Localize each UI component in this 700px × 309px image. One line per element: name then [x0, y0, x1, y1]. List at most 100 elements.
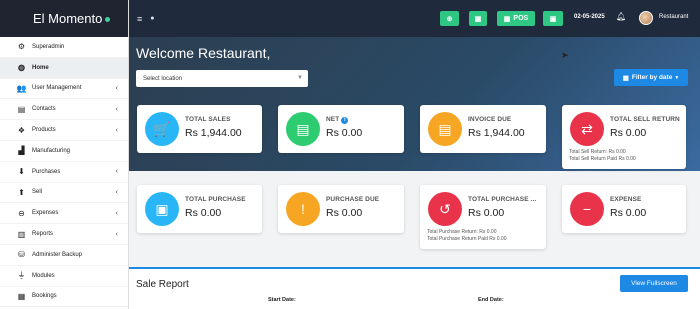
sidebar-item-reports[interactable]: ▥ Reports ‹ — [0, 224, 128, 245]
money-bill-icon: ▣ — [549, 15, 557, 23]
sale-report-panel: Sale Report View Fullscreen Start Date: … — [129, 267, 700, 309]
sidebar-item-manufacturing[interactable]: ▟ Manufacturing — [0, 141, 128, 162]
sidebar-item-modules[interactable]: ⏚ Modules — [0, 266, 128, 287]
expense-card: − EXPENSE Rs 0.00 — [562, 185, 686, 233]
filter-by-date-label: Filter by date — [631, 74, 673, 81]
net-card: ▤ NET i Rs 0.00 — [278, 105, 404, 153]
plug-icon: ⏚ — [17, 271, 26, 281]
total-purchase-value: Rs 0.00 — [185, 207, 222, 219]
total-sales-card: 🛒 TOTAL SALES Rs 1,944.00 — [137, 105, 262, 153]
file-invoice-icon: ▤ — [428, 112, 462, 146]
undo-icon: ↺ — [428, 192, 462, 226]
clipboard-icon: ▤ — [286, 112, 320, 146]
brand-logo[interactable]: El Momento — [0, 0, 128, 37]
exclamation-icon: ! — [286, 192, 320, 226]
bell-icon[interactable]: 🔔︎ — [616, 12, 626, 21]
card-label-text: PURCHASE DUE — [326, 196, 380, 203]
address-book-icon: ▤ — [17, 104, 26, 114]
status-dot-icon — [105, 17, 111, 22]
info-icon[interactable]: ● — [150, 15, 154, 22]
current-date: 02-05-2025 — [574, 14, 605, 20]
th-large-icon: ▦ — [503, 15, 511, 23]
info-icon[interactable]: i — [341, 117, 349, 124]
add-button[interactable]: ⊕ — [440, 11, 459, 26]
mouse-cursor-icon: ➤ — [561, 50, 569, 60]
end-date-label: End Date: — [478, 297, 504, 303]
total-purchase-return-card: ↺ TOTAL PURCHASE ... Rs 0.00 Total Purchase… — [420, 185, 546, 249]
filter-by-date-button[interactable]: ▦ Filter by date ▼ — [614, 69, 688, 86]
caret-down-icon: ▼ — [674, 74, 680, 81]
card-label-text: TOTAL SALES — [185, 116, 231, 123]
sidebar-item-sell[interactable]: ⬆ Sell ‹ — [0, 183, 128, 204]
sidebar-item-label: Contacts — [32, 106, 56, 113]
chart-bar-icon: ▥ — [17, 229, 26, 239]
users-icon: 👥 — [16, 83, 27, 93]
calendar-icon: ▦ — [622, 74, 629, 82]
page-title: Welcome Restaurant, — [136, 45, 271, 61]
sidebar-item-products[interactable]: ❖ Products ‹ — [0, 120, 128, 141]
top-navbar: ≡ ● ⊕ ▦ ▦ POS ▣ 02-05-2025 🔔︎ Restaurant — [129, 0, 700, 37]
total-purchase-return-value: Rs 0.00 — [468, 207, 505, 219]
card-label-text: EXPENSE — [610, 196, 642, 203]
chevron-left-icon: ‹ — [115, 188, 118, 196]
total-sell-return-card: ⇄ TOTAL SELL RETURN Rs 0.00 Total Sell Retu… — [562, 105, 686, 169]
total-sell-return-detail: Total Sell Return: Rs 0.00 — [569, 149, 626, 155]
total-sell-return-detail: Total Sell Return Paid Rs 0.00 — [569, 156, 636, 162]
location-select[interactable]: Select location ▼ — [136, 70, 308, 87]
cash-button[interactable]: ▣ — [543, 11, 563, 26]
sidebar-item-user-management[interactable]: 👥 User Management ‹ — [0, 79, 128, 100]
net-value: Rs 0.00 — [326, 127, 363, 139]
chevron-left-icon: ‹ — [115, 126, 118, 134]
hamburger-menu-icon[interactable]: ≡ — [137, 14, 142, 24]
pos-label: POS — [513, 15, 529, 22]
total-purchase-label: TOTAL PURCHASE — [185, 196, 246, 203]
total-purchase-card: ▣ TOTAL PURCHASE Rs 0.00 — [137, 185, 262, 233]
expense-value: Rs 0.00 — [610, 207, 647, 219]
user-name[interactable]: Restaurant — [659, 14, 688, 20]
sidebar-item-administer-backup[interactable]: ⛁ Administer Backup — [0, 245, 128, 266]
industry-icon: ▟ — [18, 146, 25, 156]
minus-circle-icon: ⊖ — [18, 208, 25, 218]
avatar[interactable] — [639, 11, 653, 25]
sidebar-item-label: Administer Backup — [32, 251, 83, 258]
sidebar: El Momento ⚙ Superadmin ◍ Home 👥 User Managem… — [0, 0, 129, 309]
cart-icon: 🛒 — [145, 112, 179, 146]
card-label-text: TOTAL PURCHASE — [185, 196, 246, 203]
brand-name: El Momento — [33, 11, 103, 26]
sidebar-item-label: Reports — [32, 231, 54, 238]
expense-label: EXPENSE — [610, 196, 641, 203]
purchase-due-card: ! PURCHASE DUE Rs 0.00 — [278, 185, 404, 233]
sidebar-item-purchases[interactable]: ⬇ Purchases ‹ — [0, 162, 128, 183]
sidebar-item-home[interactable]: ◍ Home — [0, 57, 128, 79]
view-fullscreen-button[interactable]: View Fullscreen — [620, 275, 688, 292]
sidebar-menu: ⚙ Superadmin ◍ Home 👥 User Management ‹ ▤ Contac… — [0, 37, 128, 308]
sidebar-item-expenses[interactable]: ⊖ Expenses ‹ — [0, 203, 128, 225]
database-icon: ⛁ — [18, 250, 25, 260]
sidebar-item-label: Superadmin — [32, 43, 65, 50]
chevron-left-icon: ‹ — [115, 105, 118, 113]
net-label: NET i — [326, 116, 349, 124]
sidebar-item-superadmin[interactable]: ⚙ Superadmin — [0, 37, 128, 58]
calculator-button[interactable]: ▦ — [469, 11, 487, 26]
chevron-left-icon: ‹ — [115, 84, 118, 92]
calculator-icon: ▦ — [474, 15, 482, 23]
chevron-left-icon: ‹ — [115, 168, 118, 176]
sidebar-item-label: Modules — [32, 272, 55, 279]
pos-button[interactable]: ▦ POS — [497, 11, 535, 26]
total-sell-return-value: Rs 0.00 — [610, 127, 647, 139]
dashboard-icon: ◍ — [18, 63, 25, 73]
chevron-down-icon: ▼ — [297, 75, 303, 81]
total-sales-label: TOTAL SALES — [185, 116, 231, 123]
card-label-text: NET — [326, 116, 340, 123]
sidebar-item-bookings[interactable]: ▦ Bookings — [0, 287, 128, 308]
cubes-icon: ❖ — [17, 125, 26, 135]
sidebar-item-contacts[interactable]: ▤ Contacts ‹ — [0, 99, 128, 121]
total-purchase-return-label: TOTAL PURCHASE ... — [468, 196, 536, 203]
plus-circle-icon: ⊕ — [446, 15, 453, 23]
start-date-label: Start Date: — [268, 297, 296, 303]
minus-circle-icon: − — [570, 192, 604, 226]
card-label-text: TOTAL SELL RETURN — [610, 116, 680, 123]
chevron-left-icon: ‹ — [115, 209, 118, 217]
purchase-due-label: PURCHASE DUE — [326, 196, 379, 203]
sale-report-title: Sale Report — [136, 279, 189, 290]
